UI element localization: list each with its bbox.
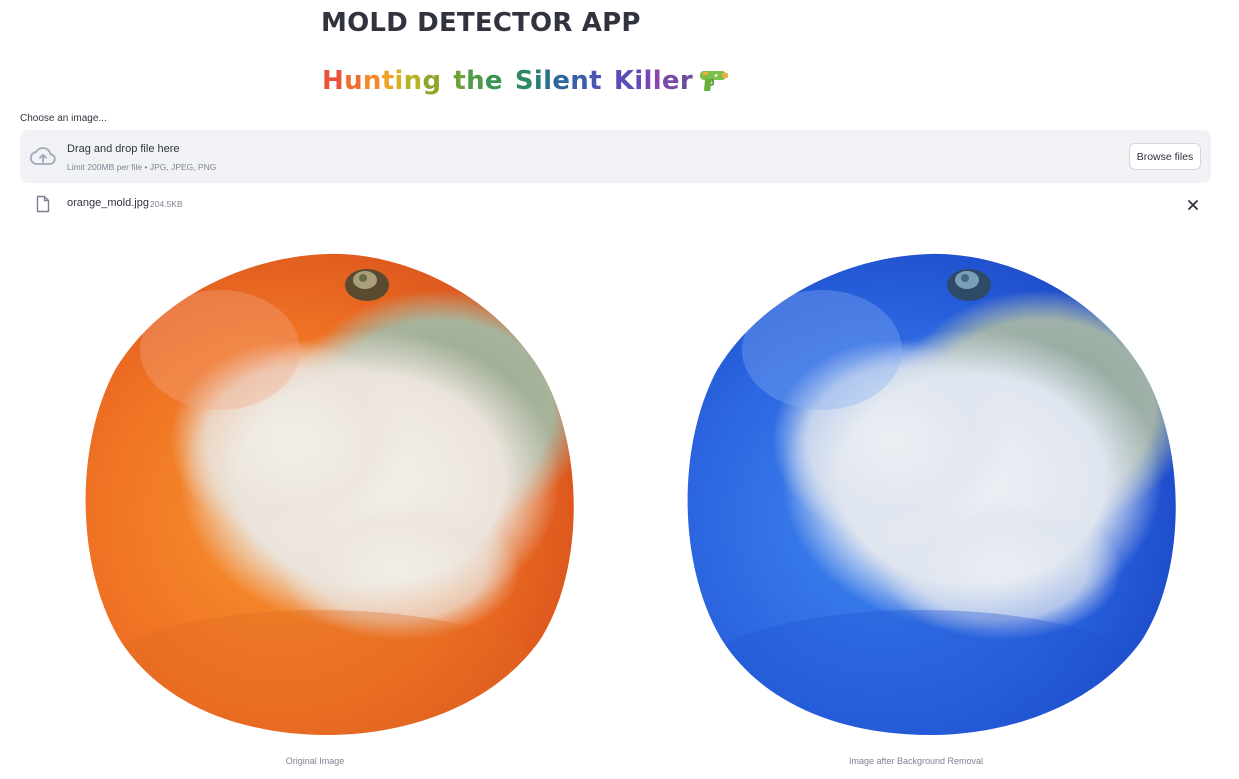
subtitle-letter: t [589,66,602,96]
cloud-upload-icon [30,147,56,165]
subtitle-word: Hunting [322,66,441,96]
file-icon [36,195,50,213]
subtitle-letter: K [613,66,635,96]
subtitle-word: the [453,66,502,96]
subtitle-letter: l [652,66,662,96]
processed-image [672,240,1187,740]
subtitle-word: Killer [614,66,693,96]
subtitle-letter: e [661,66,680,96]
subtitle-letter: n [362,66,382,96]
subtitle-letter: n [403,66,423,96]
streamlit-app: MOLD DETECTOR APP Hunting the Silent Killer… [0,0,1239,779]
subtitle-letter: h [466,66,485,96]
dropzone-instructions: Drag and drop file here [67,143,180,155]
processed-image-caption: Image after Background Removal [848,756,984,766]
subtitle-letter: t [381,66,395,96]
close-icon[interactable] [1186,198,1200,212]
original-image [70,240,585,740]
subtitle-letter: H [322,66,345,96]
original-image-caption: Original Image [285,756,345,766]
dropzone-limit: Limit 200MB per file • JPG, JPEG, PNG [67,162,217,172]
stem [947,269,991,301]
orange-photo [85,253,574,736]
subtitle-letter: i [533,66,544,96]
file-size: 204.5KB [150,199,183,209]
subtitle-letter: n [570,66,590,96]
blue-orange-photo [687,253,1176,736]
subtitle-letter: i [394,66,404,96]
subtitle-letter: i [634,66,644,96]
subtitle: Hunting the Silent Killer [322,66,729,96]
subtitle-letter: S [514,66,534,96]
subtitle-word: Silent [515,66,602,96]
subtitle-letter: g [422,66,442,96]
subtitle-letter: t [453,66,467,96]
water-pistol-icon [699,71,728,91]
subtitle-letter: e [484,66,503,96]
uploader-label: Choose an image... [20,113,107,124]
subtitle-letter: u [344,66,363,96]
subtitle-letter: l [543,66,553,96]
file-name: orange_mold.jpg [67,197,149,209]
stem [345,269,389,301]
uploaded-file-row: orange_mold.jpg 204.5KB [20,192,1211,216]
file-dropzone[interactable]: Drag and drop file here Limit 200MB per … [20,130,1211,183]
page-title: MOLD DETECTOR APP [321,8,641,38]
subtitle-letter: l [643,66,653,96]
subtitle-letter: e [552,66,571,96]
browse-files-button[interactable]: Browse files [1129,143,1201,170]
subtitle-letter: r [679,66,693,96]
